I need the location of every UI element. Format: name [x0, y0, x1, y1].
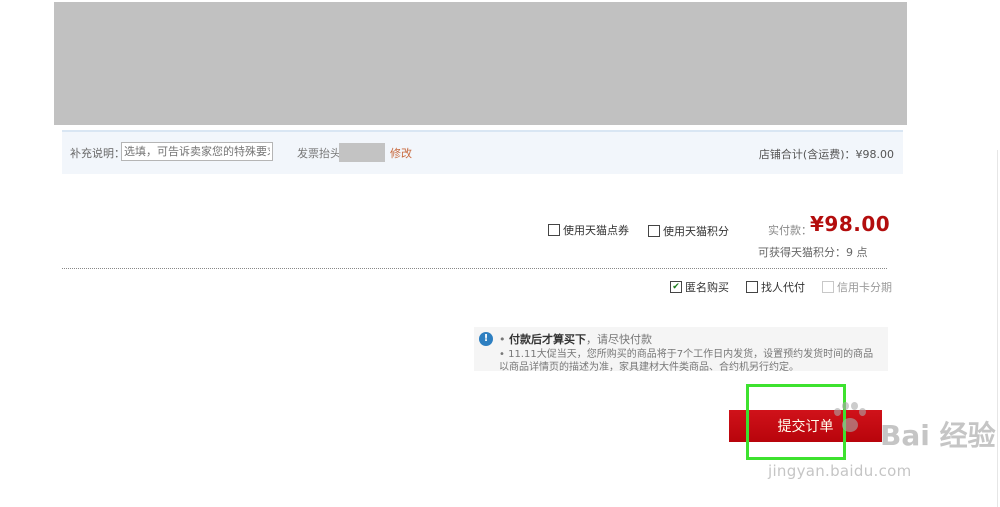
proxy-pay-label: 找人代付: [761, 281, 805, 294]
watermark-url: jingyan.baidu.com: [768, 462, 912, 480]
invoice-title-redacted: [339, 143, 385, 162]
use-points-checkbox[interactable]: 使用天猫积分: [648, 223, 729, 239]
points-earned: 可获得天猫积分：9 点: [758, 246, 868, 259]
checkbox-icon[interactable]: [648, 225, 660, 237]
anonymous-purchase-label: 匿名购买: [685, 281, 729, 294]
store-total: 店铺合计(含运费)：¥98.00: [758, 148, 894, 161]
memo-input[interactable]: [121, 142, 273, 161]
scroll-edge: [997, 150, 998, 507]
memo-bar: 补充说明： 发票抬头 修改 店铺合计(含运费)：¥98.00: [62, 130, 903, 174]
payment-amount: ¥98.00: [810, 212, 891, 236]
checkbox-icon[interactable]: [548, 224, 560, 236]
payment-label: 实付款：: [768, 224, 812, 237]
installment-checkbox: 信用卡分期: [822, 279, 892, 295]
obscured-area: [54, 2, 907, 125]
checkbox-icon[interactable]: [746, 281, 758, 293]
notice-bullet-continued: 以商品详情页的描述为准，家具建材大件类商品、合约机另行约定。: [499, 362, 799, 373]
invoice-edit-link[interactable]: 修改: [390, 145, 412, 161]
use-points-label: 使用天猫积分: [663, 225, 729, 238]
submit-order-button[interactable]: 提交订单: [729, 410, 882, 442]
installment-label: 信用卡分期: [837, 281, 892, 294]
use-coupon-label: 使用天猫点券: [563, 224, 629, 237]
memo-label: 补充说明：: [70, 147, 125, 160]
invoice-label: 发票抬头: [297, 147, 341, 160]
anonymous-purchase-checkbox[interactable]: ✔ 匿名购买: [670, 279, 729, 295]
payment-notice: ! • 付款后才算买下，请尽快付款 • 11.11大促当天，您所购买的商品将于7…: [474, 327, 888, 373]
checkbox-disabled-icon: [822, 281, 834, 293]
proxy-pay-checkbox[interactable]: 找人代付: [746, 279, 805, 295]
watermark-text: Bai 经验: [880, 419, 996, 452]
info-icon: !: [479, 332, 493, 346]
divider: [62, 268, 887, 269]
use-coupon-checkbox[interactable]: 使用天猫点券: [548, 222, 629, 238]
checkbox-checked-icon[interactable]: ✔: [670, 281, 682, 293]
